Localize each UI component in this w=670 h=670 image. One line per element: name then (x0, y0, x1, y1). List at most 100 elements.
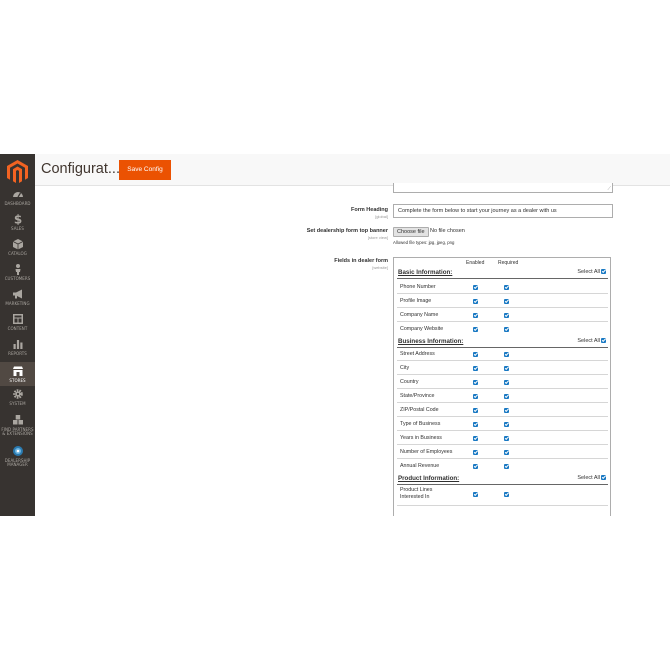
row-divider (397, 458, 608, 459)
enabled-checkbox[interactable] (473, 464, 478, 469)
bar-chart-icon (13, 340, 22, 349)
required-checkbox[interactable] (504, 464, 509, 469)
checkbox-checked-icon[interactable] (601, 475, 606, 480)
save-config-button[interactable]: Save Config (119, 160, 171, 180)
select-all-label: Select All (577, 338, 600, 344)
config-content: ⟋ Form Heading [global] Complete the for… (35, 183, 670, 516)
banner-scope: [store view] (367, 235, 388, 240)
sidebar-item-catalog[interactable]: CATALOG (0, 238, 35, 262)
select-all-checkbox[interactable]: Select All (577, 474, 606, 481)
row-divider (397, 374, 608, 375)
resize-grip-icon[interactable]: ⟋ (607, 186, 611, 192)
row-divider (397, 444, 608, 445)
admin-sidebar: DASHBOARD $ SALES CATALOG CUSTOMERS MARK… (0, 154, 35, 516)
enabled-checkbox[interactable] (473, 285, 478, 290)
cubes-icon (12, 415, 23, 425)
field-label: City (400, 365, 410, 371)
banner-label: Set dealership form top banner (306, 228, 388, 234)
row-divider (397, 388, 608, 389)
enabled-checkbox[interactable] (473, 299, 478, 304)
column-header-required: Required (498, 260, 519, 266)
sidebar-item-find-partners[interactable]: FIND PARTNERS & EXTENSIONS (0, 414, 35, 442)
enabled-checkbox[interactable] (473, 352, 478, 357)
checkbox-checked-icon[interactable] (601, 269, 606, 274)
required-checkbox[interactable] (504, 352, 509, 357)
enabled-checkbox[interactable] (473, 450, 478, 455)
enabled-checkbox[interactable] (473, 408, 478, 413)
field-label: Number of Employees (400, 449, 453, 455)
field-label: Years in Business (400, 435, 442, 441)
required-checkbox[interactable] (504, 436, 509, 441)
sidebar-item-dealership-manager[interactable]: DEALERSHIP MANAGER (0, 445, 35, 473)
enabled-checkbox[interactable] (473, 394, 478, 399)
enabled-checkbox[interactable] (473, 436, 478, 441)
sidebar-item-marketing[interactable]: MARKETING (0, 288, 35, 312)
sidebar-item-content[interactable]: CONTENT (0, 313, 35, 337)
enabled-checkbox[interactable] (473, 380, 478, 385)
sidebar-item-reports[interactable]: REPORTS (0, 338, 35, 362)
admin-frame: DASHBOARD $ SALES CATALOG CUSTOMERS MARK… (0, 154, 670, 516)
required-checkbox[interactable] (504, 394, 509, 399)
required-checkbox[interactable] (504, 492, 509, 497)
globe-icon (12, 446, 23, 456)
required-checkbox[interactable] (504, 422, 509, 427)
sidebar-item-label: SALES (11, 226, 24, 231)
required-checkbox[interactable] (504, 313, 509, 318)
sidebar-item-label: STORES (9, 378, 26, 383)
enabled-checkbox[interactable] (473, 492, 478, 497)
section-title: Basic Information: (398, 269, 453, 276)
field-label: Company Website (400, 326, 444, 332)
section-title: Product Information: (398, 475, 460, 482)
sidebar-item-customers[interactable]: CUSTOMERS (0, 263, 35, 287)
sidebar-item-label: SYSTEM (9, 401, 26, 406)
field-label: Company Name (400, 312, 439, 318)
required-checkbox[interactable] (504, 450, 509, 455)
enabled-checkbox[interactable] (473, 327, 478, 332)
sidebar-item-stores[interactable]: STORES (0, 362, 35, 386)
section-divider (397, 347, 608, 348)
row-divider (397, 321, 608, 322)
dashboard-icon (12, 192, 23, 198)
required-checkbox[interactable] (504, 285, 509, 290)
allowed-file-types-note: Allowed file types: jpg, jpeg, png (393, 240, 455, 245)
form-heading-scope: [global] (375, 214, 388, 219)
dealer-fields-table: Enabled Required Basic Information: Sele… (393, 257, 611, 516)
required-checkbox[interactable] (504, 380, 509, 385)
textarea-field[interactable]: ⟋ (393, 183, 613, 193)
sidebar-item-label: DEALERSHIP MANAGER (4, 458, 31, 468)
choose-file-button[interactable]: Choose file (393, 227, 429, 237)
layout-icon (12, 314, 23, 324)
store-icon (12, 366, 23, 376)
required-checkbox[interactable] (504, 299, 509, 304)
section-title: Business Information: (398, 338, 464, 345)
row-divider (397, 360, 608, 361)
sidebar-item-sales[interactable]: $ SALES (0, 213, 35, 237)
required-checkbox[interactable] (504, 366, 509, 371)
enabled-checkbox[interactable] (473, 422, 478, 427)
section-divider (397, 484, 608, 485)
select-all-checkbox[interactable]: Select All (577, 268, 606, 275)
checkbox-checked-icon[interactable] (601, 338, 606, 343)
row-divider (397, 430, 608, 431)
field-label: Street Address (400, 351, 435, 357)
row-divider (397, 505, 608, 506)
page-header: Configurat... Save Config (35, 154, 670, 186)
fields-label: Fields in dealer form (334, 258, 388, 264)
enabled-checkbox[interactable] (473, 313, 478, 318)
required-checkbox[interactable] (504, 408, 509, 413)
form-heading-input[interactable]: Complete the form below to start your jo… (393, 204, 613, 218)
field-label: Country (400, 379, 419, 385)
page-title: Configurat... (41, 161, 120, 177)
enabled-checkbox[interactable] (473, 366, 478, 371)
select-all-checkbox[interactable]: Select All (577, 337, 606, 344)
select-all-label: Select All (577, 475, 600, 481)
field-label: State/Province (400, 393, 435, 399)
person-icon (15, 264, 20, 275)
row-divider (397, 293, 608, 294)
field-label: Annual Revenue (400, 463, 440, 469)
magento-logo-icon[interactable] (7, 160, 28, 184)
required-checkbox[interactable] (504, 327, 509, 332)
sidebar-item-system[interactable]: SYSTEM (0, 388, 35, 412)
sidebar-item-dashboard[interactable]: DASHBOARD (0, 188, 35, 212)
field-label: ZIP/Postal Code (400, 407, 439, 413)
